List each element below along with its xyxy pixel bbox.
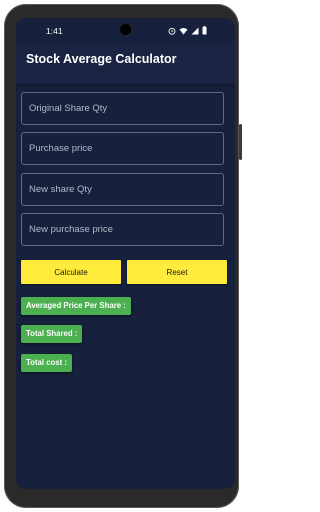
total-shares-result: Total Shared :: [21, 325, 83, 343]
avg-price-result: Averaged Price Per Share :: [21, 297, 131, 315]
app-title: Stock Average Calculator: [26, 52, 177, 66]
camera-cutout: [120, 24, 131, 35]
purchase-price-input[interactable]: [22, 133, 223, 164]
status-bar: 1:41: [16, 18, 235, 42]
calculate-button[interactable]: Calculate: [21, 260, 121, 284]
battery-icon: [202, 26, 207, 37]
wifi-icon: [179, 27, 188, 37]
original-share-qty-input[interactable]: [22, 93, 223, 124]
new-share-qty-field: [21, 173, 224, 206]
new-share-qty-input[interactable]: [22, 174, 223, 205]
original-share-qty-field: [21, 92, 224, 125]
new-purchase-price-input[interactable]: [22, 214, 223, 245]
signal-icon: [191, 27, 199, 37]
total-cost-result: Total cost :: [21, 354, 73, 372]
new-purchase-price-field: [21, 213, 224, 246]
phone-frame: 1:41 Stock Average Calculator Original S…: [4, 4, 242, 508]
status-time: 1:41: [46, 26, 63, 36]
power-button: [239, 124, 242, 160]
app-bar: Stock Average Calculator: [16, 42, 235, 84]
reset-button[interactable]: Reset: [127, 260, 227, 284]
alarm-icon: [168, 27, 176, 37]
purchase-price-field: [21, 132, 224, 165]
status-icons: [168, 26, 207, 37]
app-screen: 1:41 Stock Average Calculator Original S…: [16, 18, 235, 489]
